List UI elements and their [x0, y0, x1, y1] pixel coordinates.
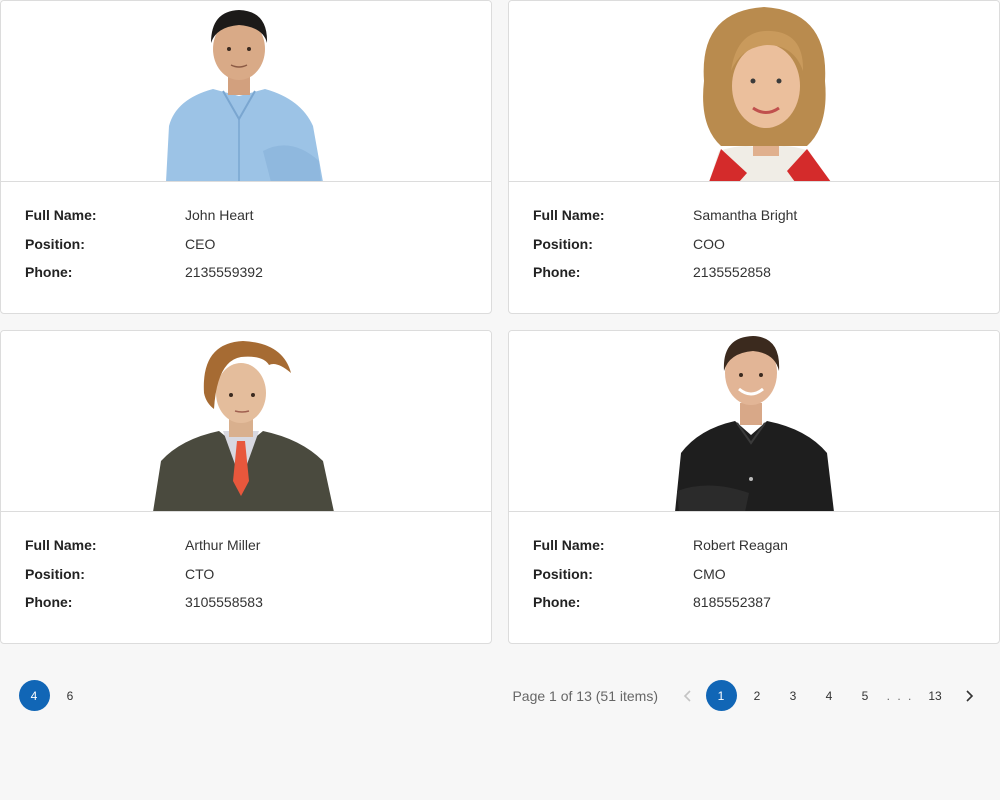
- position-row: Position: CEO: [25, 234, 465, 263]
- phone-row: Phone: 2135559392: [25, 262, 465, 291]
- employee-photo: [509, 1, 999, 182]
- phone-label: Phone:: [533, 594, 581, 610]
- full-name-label: Full Name:: [533, 537, 605, 553]
- employee-details: Full Name: Arthur Miller Position: CTO P…: [25, 535, 465, 621]
- employee-card: Full Name: Arthur Miller Position: CTO P…: [0, 330, 492, 644]
- employee-photo: [1, 1, 491, 182]
- employee-card: Full Name: Robert Reagan Position: CMO P…: [508, 330, 1000, 644]
- page-size-option-6[interactable]: 6: [55, 680, 86, 711]
- position-value: COO: [693, 235, 725, 252]
- position-label: Position:: [25, 565, 85, 582]
- phone-value: 3105558583: [185, 594, 263, 610]
- phone-row: Phone: 8185552387: [533, 592, 973, 621]
- chevron-left-icon: [683, 689, 691, 702]
- employee-photo: [1, 331, 491, 512]
- employee-details: Full Name: John Heart Position: CEO Phon…: [25, 205, 465, 291]
- next-page-button[interactable]: [953, 680, 984, 711]
- full-name-value: Robert Reagan: [693, 537, 788, 553]
- phone-value: 8185552387: [693, 594, 771, 610]
- pager-info: Page 1 of 13 (51 items): [512, 687, 658, 704]
- full-name-label: Full Name:: [25, 207, 97, 223]
- employee-card: Full Name: John Heart Position: CEO Phon…: [0, 0, 492, 314]
- position-value: CMO: [693, 565, 726, 582]
- page-size-option-4[interactable]: 4: [18, 680, 50, 711]
- page-button-3[interactable]: 3: [778, 680, 809, 711]
- position-row: Position: CTO: [25, 564, 465, 593]
- page-button-1[interactable]: 1: [705, 680, 737, 711]
- page-button-13[interactable]: 13: [920, 680, 951, 711]
- position-value: CEO: [185, 235, 216, 252]
- full-name-label: Full Name:: [533, 207, 605, 223]
- page-button-2[interactable]: 2: [742, 680, 773, 711]
- position-label: Position:: [533, 565, 593, 582]
- position-label: Position:: [25, 235, 85, 252]
- position-row: Position: COO: [533, 234, 973, 263]
- phone-value: 2135559392: [185, 264, 263, 280]
- page-button-5[interactable]: 5: [850, 680, 881, 711]
- phone-label: Phone:: [25, 594, 73, 610]
- full-name-row: Full Name: Arthur Miller: [25, 535, 465, 564]
- pager: Page 1 of 13 (51 items) 1 2 3 4 5 . . . …: [512, 680, 984, 711]
- full-name-row: Full Name: John Heart: [25, 205, 465, 234]
- position-row: Position: CMO: [533, 564, 973, 593]
- employee-photo: [509, 331, 999, 512]
- phone-row: Phone: 3105558583: [25, 592, 465, 621]
- full-name-label: Full Name:: [25, 537, 97, 553]
- page-button-4[interactable]: 4: [814, 680, 845, 711]
- full-name-row: Full Name: Samantha Bright: [533, 205, 973, 234]
- full-name-value: Arthur Miller: [185, 537, 261, 553]
- prev-page-button[interactable]: [672, 680, 703, 711]
- phone-label: Phone:: [533, 264, 581, 280]
- full-name-row: Full Name: Robert Reagan: [533, 535, 973, 564]
- employee-photo-image: [675, 336, 834, 511]
- employee-photo-image: [166, 10, 323, 181]
- employee-details: Full Name: Robert Reagan Position: CMO P…: [533, 535, 973, 621]
- full-name-value: John Heart: [185, 207, 254, 223]
- employee-card: Full Name: Samantha Bright Position: COO…: [508, 0, 1000, 314]
- full-name-value: Samantha Bright: [693, 207, 798, 223]
- chevron-right-icon: [965, 689, 973, 702]
- page-size-selector: 4 6: [16, 680, 88, 711]
- pager-ellipsis: . . .: [886, 688, 914, 703]
- employee-photo-image: [153, 341, 334, 511]
- position-value: CTO: [185, 565, 215, 582]
- phone-label: Phone:: [25, 264, 73, 280]
- employee-details: Full Name: Samantha Bright Position: COO…: [533, 205, 973, 291]
- employee-photo-image: [703, 7, 831, 181]
- phone-value: 2135552858: [693, 264, 771, 280]
- position-label: Position:: [533, 235, 593, 252]
- phone-row: Phone: 2135552858: [533, 262, 973, 291]
